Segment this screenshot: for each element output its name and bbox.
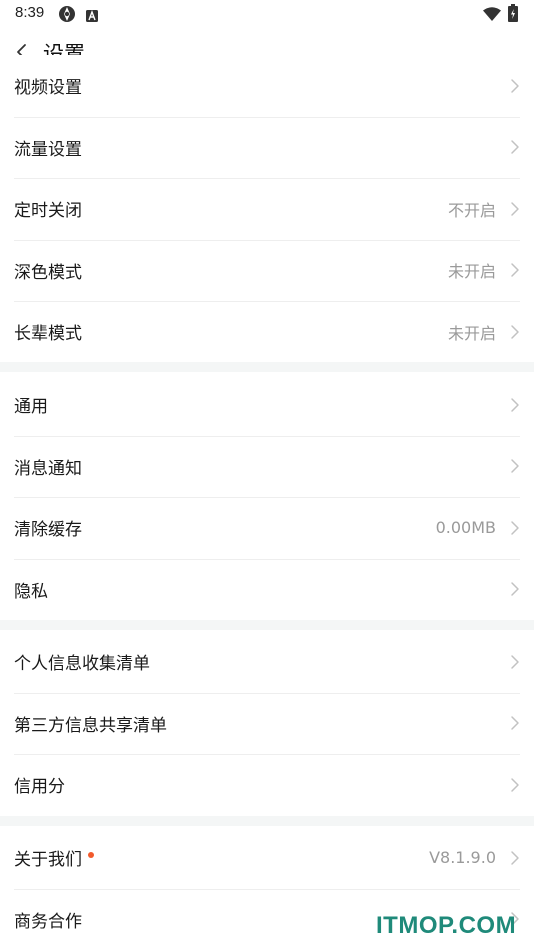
row-label: 关于我们 <box>14 850 82 871</box>
chevron-right-icon <box>511 202 519 216</box>
battery-icon <box>508 4 518 26</box>
row-label: 通用 <box>14 397 48 418</box>
chevron-right-icon <box>511 778 519 792</box>
chevron-right-icon <box>511 655 519 669</box>
settings-row-third-party-sharing-list[interactable]: 第三方信息共享清单 <box>0 692 534 755</box>
settings-section-personal-info: 个人信息收集清单 第三方信息共享清单 信用分 <box>0 631 534 816</box>
row-value: 不开启 <box>447 200 496 220</box>
settings-row-dark-mode[interactable]: 深色模式 未开启 <box>0 239 534 302</box>
watermark: ITMOP.COM <box>376 912 517 939</box>
section-divider <box>0 620 534 630</box>
settings-row-video[interactable]: 视频设置 <box>0 55 534 117</box>
chevron-right-icon <box>511 398 519 412</box>
settings-section-general: 通用 消息通知 清除缓存 0.00MB 隐私 <box>0 374 534 620</box>
row-label: 隐私 <box>14 581 48 602</box>
settings-row-about-us[interactable]: 关于我们 V8.1.9.0 <box>0 827 534 889</box>
settings-row-general[interactable]: 通用 <box>0 374 534 436</box>
row-label: 第三方信息共享清单 <box>14 715 167 736</box>
chevron-right-icon <box>511 325 519 339</box>
row-label: 视频设置 <box>14 78 82 99</box>
settings-row-data-usage[interactable]: 流量设置 <box>0 116 534 179</box>
row-label: 信用分 <box>14 777 65 798</box>
settings-section-playback: 视频设置 流量设置 定时关闭 不开启 深色模式 未开启 长辈模式 未开启 <box>0 55 534 363</box>
chevron-right-icon <box>511 851 519 865</box>
chevron-right-icon <box>511 459 519 473</box>
app-notification-icon <box>86 7 98 26</box>
section-divider <box>0 362 534 372</box>
row-label: 个人信息收集清单 <box>14 654 150 675</box>
settings-row-sleep-timer[interactable]: 定时关闭 不开启 <box>0 178 534 240</box>
section-divider <box>0 816 534 826</box>
row-label: 消息通知 <box>14 458 82 479</box>
settings-row-notifications[interactable]: 消息通知 <box>0 435 534 498</box>
row-value: 未开启 <box>447 323 496 343</box>
chevron-right-icon <box>511 716 519 730</box>
new-badge-dot <box>88 851 94 858</box>
row-value: 0.00MB <box>435 518 496 538</box>
status-time: 8:39 <box>15 4 45 21</box>
settings-row-clear-cache[interactable]: 清除缓存 0.00MB <box>0 497 534 559</box>
chevron-right-icon <box>511 263 519 277</box>
row-label: 商务合作 <box>14 911 82 932</box>
row-label: 清除缓存 <box>14 520 82 541</box>
settings-row-privacy[interactable]: 隐私 <box>0 558 534 621</box>
settings-row-credit-score[interactable]: 信用分 <box>0 754 534 816</box>
settings-row-elder-mode[interactable]: 长辈模式 未开启 <box>0 301 534 363</box>
settings-row-info-collection-list[interactable]: 个人信息收集清单 <box>0 631 534 693</box>
chevron-right-icon <box>511 582 519 596</box>
row-value: V8.1.9.0 <box>429 848 496 868</box>
chevron-right-icon <box>511 140 519 154</box>
chevron-right-icon <box>511 521 519 535</box>
row-label: 定时关闭 <box>14 201 82 222</box>
status-bar: 8:39 <box>0 0 534 28</box>
settings-sync-icon <box>58 5 76 27</box>
wifi-icon <box>483 6 501 25</box>
row-label: 深色模式 <box>14 262 82 283</box>
row-label: 长辈模式 <box>14 324 82 345</box>
row-label: 流量设置 <box>14 139 82 160</box>
chevron-right-icon <box>511 79 519 93</box>
row-value: 未开启 <box>447 262 496 282</box>
